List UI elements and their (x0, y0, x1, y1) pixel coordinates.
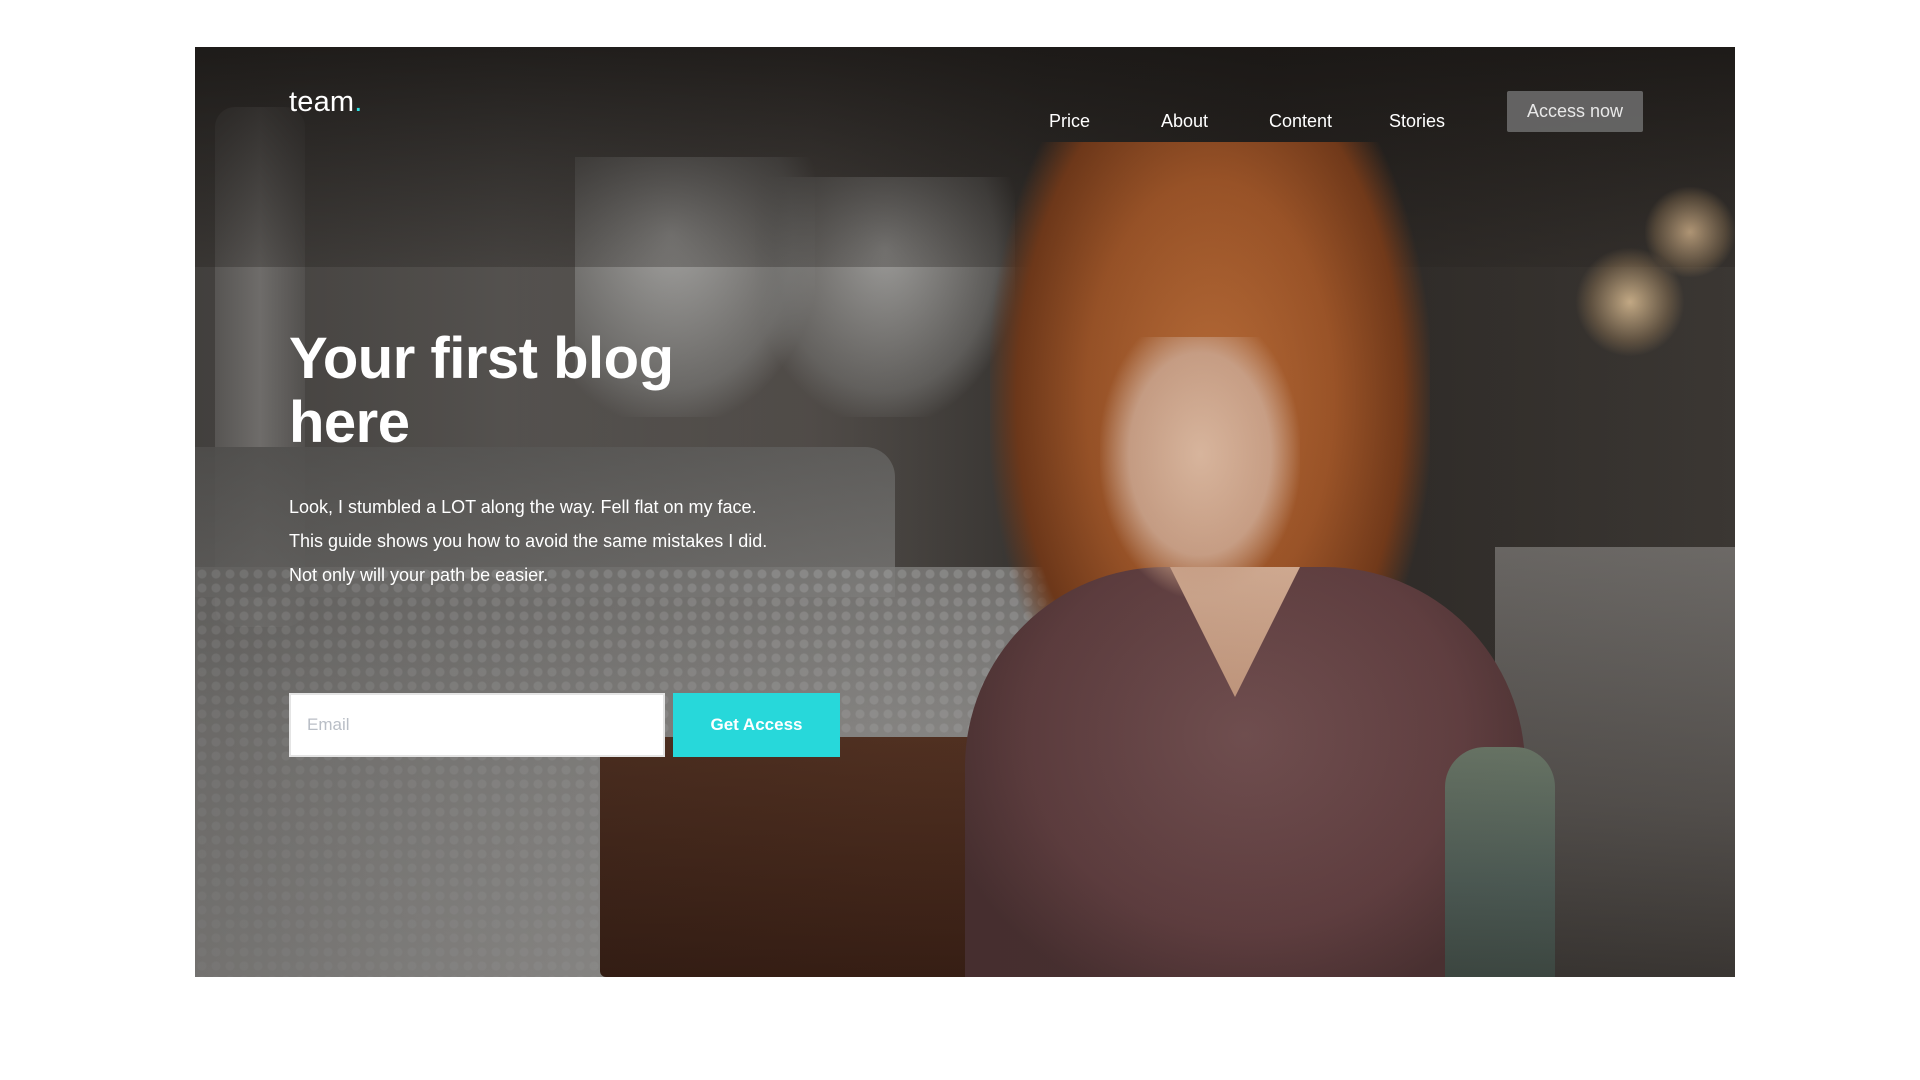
top-nav: Price About Content Stories (195, 101, 1735, 141)
nav-link-content[interactable]: Content (1269, 101, 1332, 141)
hero-description-line: Look, I stumbled a LOT along the way. Fe… (289, 497, 757, 517)
email-input[interactable] (289, 693, 665, 757)
hero-description: Look, I stumbled a LOT along the way. Fe… (289, 490, 909, 592)
hero-headline: Your first blog here (289, 327, 809, 455)
hero-section: team. Price About Content Stories Access… (195, 47, 1735, 977)
get-access-button[interactable]: Get Access (673, 693, 840, 757)
hero-description-line: This guide shows you how to avoid the sa… (289, 531, 768, 551)
nav-link-about[interactable]: About (1161, 101, 1208, 141)
hero-description-line: Not only will your path be easier. (289, 565, 549, 585)
hero-headline-line1: Your first blog (289, 326, 674, 391)
nav-link-price[interactable]: Price (1049, 101, 1090, 141)
access-now-button[interactable]: Access now (1507, 91, 1643, 132)
nav-link-stories[interactable]: Stories (1389, 101, 1445, 141)
hero-headline-line2: here (289, 390, 410, 455)
